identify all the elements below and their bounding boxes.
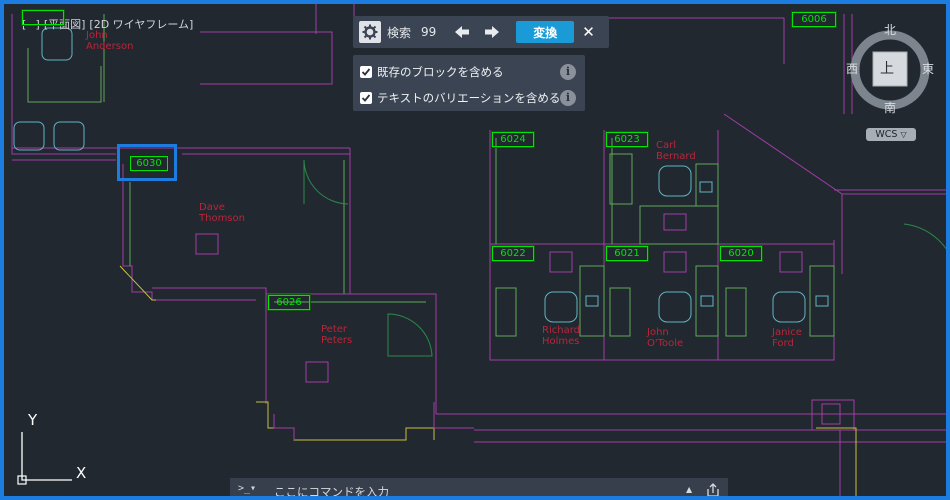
info-icon[interactable]: i bbox=[560, 90, 576, 106]
find-options-panel: 既存のブロックを含める i テキストのバリエーションを含める i bbox=[353, 55, 585, 111]
occupant-name: Dave Thomson bbox=[199, 202, 245, 224]
command-input[interactable]: ここにコマンドを入力 bbox=[274, 484, 389, 496]
room-tag[interactable]: 6022 bbox=[491, 245, 535, 262]
search-label: 検索 bbox=[387, 25, 412, 40]
occupant-name: Janice Ford bbox=[772, 327, 802, 349]
room-tag[interactable]: 6026 bbox=[267, 294, 311, 311]
chevron-down-icon: ▽ bbox=[900, 130, 907, 139]
wcs-label: WCS bbox=[875, 129, 898, 140]
room-tag[interactable]: 6021 bbox=[605, 245, 649, 262]
ucs-y-label: Y bbox=[28, 411, 38, 429]
selected-room-tag-highlight[interactable]: 6030 bbox=[117, 144, 177, 181]
option-label: 既存のブロックを含める bbox=[377, 65, 504, 79]
room-tag[interactable]: 6020 bbox=[719, 245, 763, 262]
occupant-name: John O'Toole bbox=[647, 327, 684, 349]
room-tag-label: 6030 bbox=[136, 158, 162, 169]
room-tag[interactable]: 6024 bbox=[491, 131, 535, 148]
ucs-x-label: X bbox=[76, 464, 87, 482]
search-count: 99 bbox=[421, 25, 437, 39]
room-tag-label: 6020 bbox=[728, 248, 754, 259]
coordinate-system-menu[interactable]: WCS ▽ bbox=[866, 128, 916, 141]
include-text-variations-option[interactable]: テキストのバリエーションを含める bbox=[360, 90, 560, 106]
room-tag[interactable]: 6023 bbox=[605, 131, 649, 148]
room-tag[interactable] bbox=[21, 9, 65, 26]
replace-button[interactable]: 変換 bbox=[516, 21, 575, 43]
gear-icon bbox=[362, 24, 378, 40]
occupant-name: Peter Peters bbox=[321, 324, 353, 346]
ucs-icon bbox=[17, 432, 72, 485]
room-tag-label: 6023 bbox=[614, 134, 640, 145]
include-blocks-option[interactable]: 既存のブロックを含める bbox=[360, 64, 504, 80]
room-tag-label: 6021 bbox=[614, 248, 640, 259]
room-tag-label: 6022 bbox=[500, 248, 526, 259]
checkbox-checked[interactable] bbox=[360, 92, 372, 104]
compass-south[interactable]: 南 bbox=[884, 99, 896, 116]
occupant-name: John Anderson bbox=[86, 30, 134, 52]
info-icon[interactable]: i bbox=[560, 64, 576, 80]
command-prompt-icon[interactable]: >_▾ bbox=[238, 483, 256, 494]
command-line[interactable]: >_▾ ここにコマンドを入力 ▲ bbox=[230, 478, 728, 497]
find-settings-button[interactable] bbox=[359, 21, 381, 43]
compass-north[interactable]: 北 bbox=[884, 21, 896, 38]
occupant-name: Carl Bernard bbox=[656, 140, 696, 162]
occupant-name: Richard Holmes bbox=[542, 325, 580, 347]
checkbox-checked[interactable] bbox=[360, 66, 372, 78]
arrow-left-icon[interactable] bbox=[454, 25, 470, 39]
caret-up-icon[interactable]: ▲ bbox=[686, 485, 692, 494]
room-tag-label: 6006 bbox=[801, 14, 827, 25]
arrow-right-icon[interactable] bbox=[484, 25, 500, 39]
option-label: テキストのバリエーションを含める bbox=[377, 91, 561, 105]
close-icon[interactable]: ✕ bbox=[582, 23, 595, 41]
drawing-viewport[interactable]: [−] [平面図] [2D ワイヤフレーム] 6006 6024 6023 6022… bbox=[0, 0, 950, 500]
room-tag-label: 6024 bbox=[500, 134, 526, 145]
compass-east[interactable]: 東 bbox=[922, 60, 934, 77]
room-tag-label: 6026 bbox=[276, 297, 302, 308]
find-replace-toolbar: 検索 99 変換 ✕ bbox=[353, 16, 609, 48]
compass-west[interactable]: 西 bbox=[846, 60, 858, 77]
room-tag: 6030 bbox=[130, 156, 168, 171]
viewcube-top-face[interactable]: 上 bbox=[880, 58, 894, 78]
command-history-icon[interactable] bbox=[706, 483, 720, 497]
room-tag[interactable]: 6006 bbox=[791, 11, 837, 28]
